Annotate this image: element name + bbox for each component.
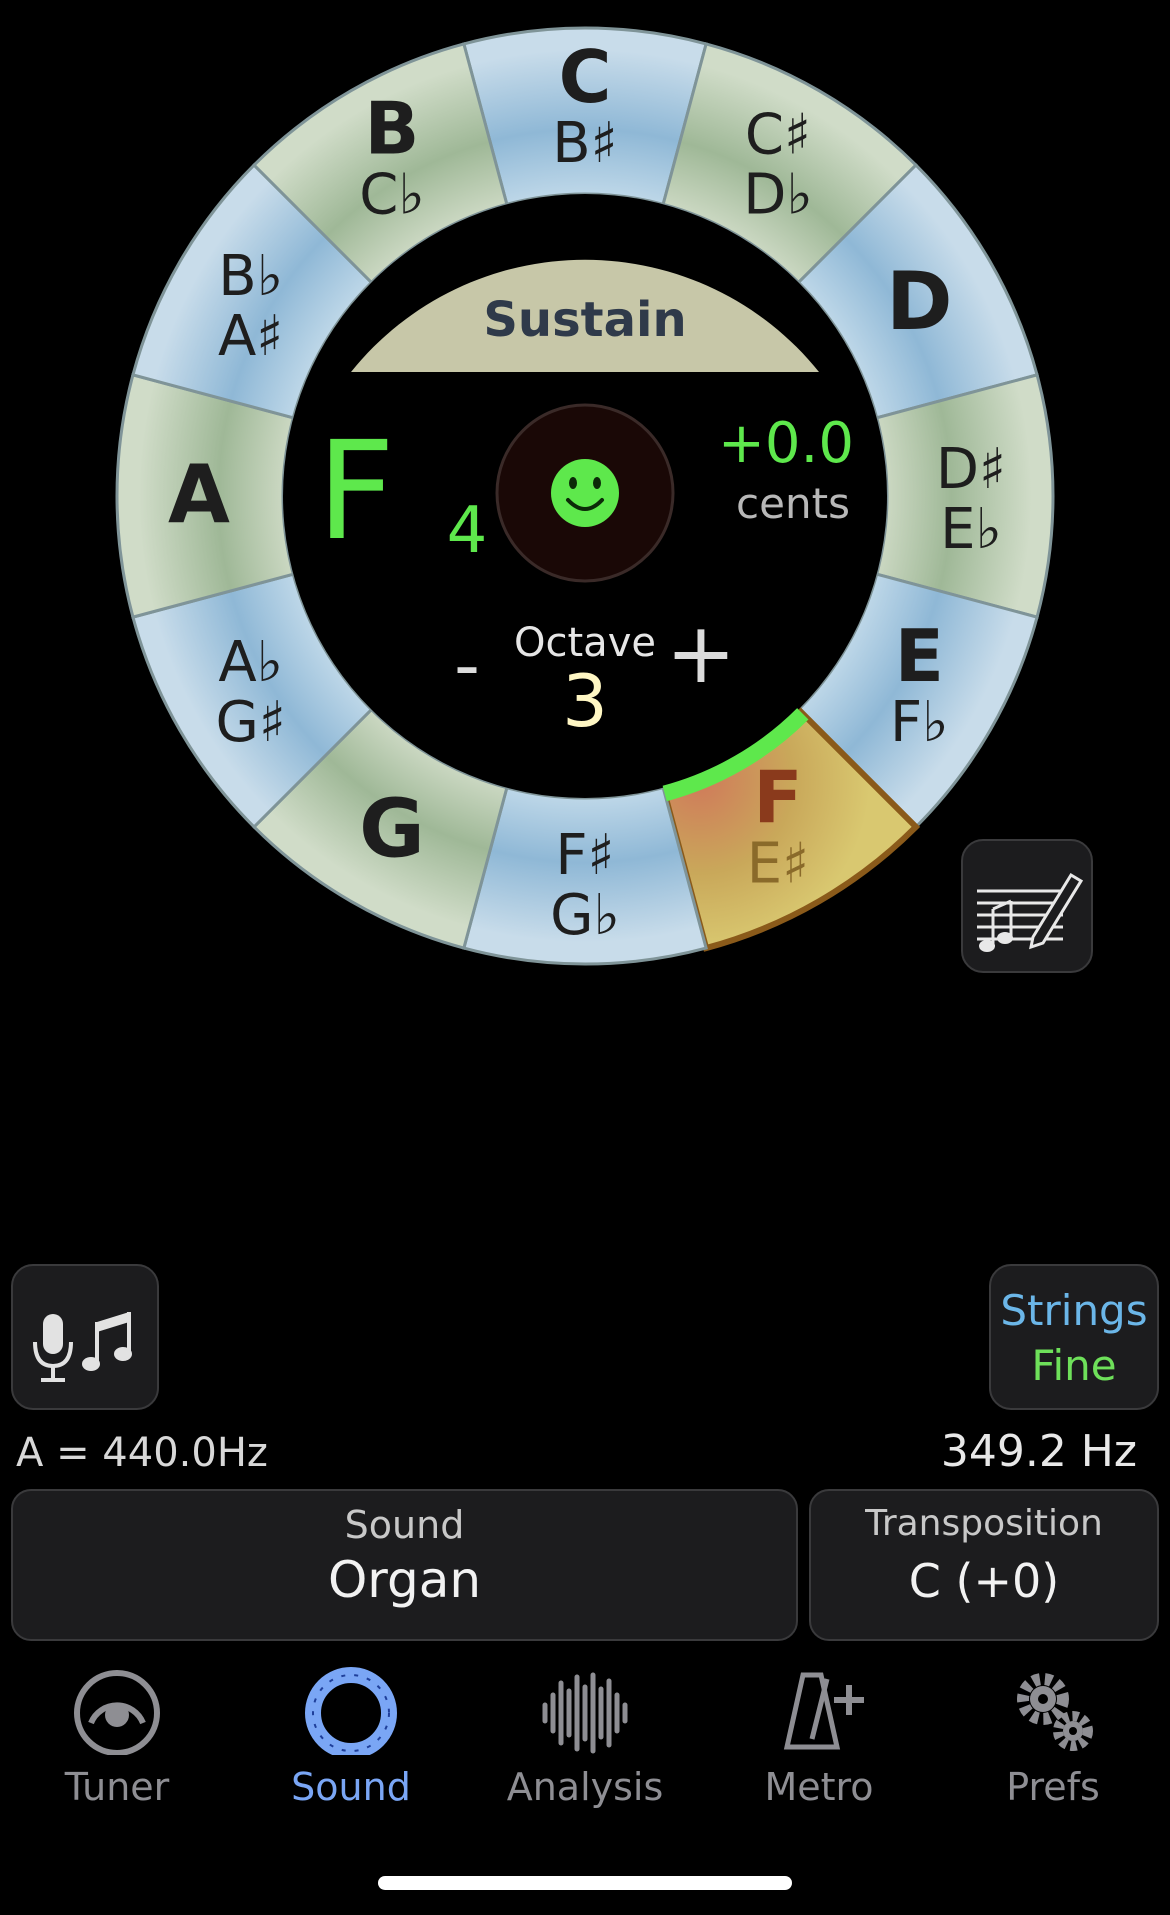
tab-sound-label: Sound xyxy=(291,1765,411,1809)
note-label: B♭ A♯ xyxy=(218,244,283,369)
note-label: G xyxy=(359,782,425,875)
sound-value: Organ xyxy=(327,1551,482,1609)
smiley-icon xyxy=(551,459,619,527)
note-label: D xyxy=(886,255,952,348)
home-indicator xyxy=(378,1876,792,1890)
tuner-icon xyxy=(74,1670,160,1755)
sound-caption: Sound xyxy=(344,1503,465,1547)
octave-minus-button[interactable]: - xyxy=(454,623,480,707)
cents-label: cents xyxy=(736,479,850,528)
current-note: F xyxy=(317,413,395,571)
tab-prefs-label: Prefs xyxy=(1006,1765,1100,1809)
note-label: D♯ E♭ xyxy=(936,437,1006,562)
transposition-caption: Transposition xyxy=(865,1503,1103,1544)
note-label: C♯ D♭ xyxy=(743,103,813,228)
notation-button[interactable] xyxy=(961,839,1093,973)
tab-tuner-label: Tuner xyxy=(64,1765,170,1809)
strings-label: Strings xyxy=(1000,1286,1148,1335)
tab-analysis-label: Analysis xyxy=(506,1765,664,1809)
note-label: A xyxy=(168,448,230,541)
sustain-label: Sustain xyxy=(483,292,686,348)
waveform-icon xyxy=(542,1672,628,1754)
mic-music-icon xyxy=(33,1312,132,1382)
detected-frequency: 349.2 Hz xyxy=(940,1426,1137,1477)
reference-pitch[interactable]: A = 440.0Hz xyxy=(16,1430,268,1476)
note-wheel-icon xyxy=(305,1667,397,1755)
note-label: E F♭ xyxy=(890,614,949,755)
tab-metro-label: Metro xyxy=(764,1765,874,1809)
sound-selector[interactable]: Sound Organ xyxy=(11,1489,798,1641)
current-octave: 4 xyxy=(447,494,488,568)
input-mode-button[interactable] xyxy=(11,1264,159,1410)
tab-tuner[interactable]: Tuner xyxy=(0,1665,234,1809)
transposition-value: C (+0) xyxy=(908,1554,1060,1608)
score-pencil-icon xyxy=(977,872,1084,952)
note-label: B C♭ xyxy=(359,87,425,228)
note-label: A♭ G♯ xyxy=(215,630,286,755)
note-label: F E♯ xyxy=(747,755,809,896)
fine-label: Fine xyxy=(1031,1341,1117,1390)
cents-value: +0.0 xyxy=(718,411,854,476)
tab-sound[interactable]: Sound xyxy=(234,1665,468,1809)
gears-icon xyxy=(1017,1673,1093,1751)
note-label: C B♯ xyxy=(552,35,618,176)
strings-fine-button[interactable]: Strings Fine xyxy=(989,1264,1159,1410)
octave-value: 3 xyxy=(562,659,608,743)
tab-analysis[interactable]: Analysis xyxy=(468,1665,702,1809)
metronome-icon xyxy=(783,1672,864,1750)
transposition-selector[interactable]: Transposition C (+0) xyxy=(809,1489,1159,1641)
tab-prefs[interactable]: Prefs xyxy=(936,1665,1170,1809)
note-label: F♯ G♭ xyxy=(550,823,620,948)
octave-plus-button[interactable]: + xyxy=(666,604,736,702)
tab-metro[interactable]: Metro xyxy=(702,1665,936,1809)
